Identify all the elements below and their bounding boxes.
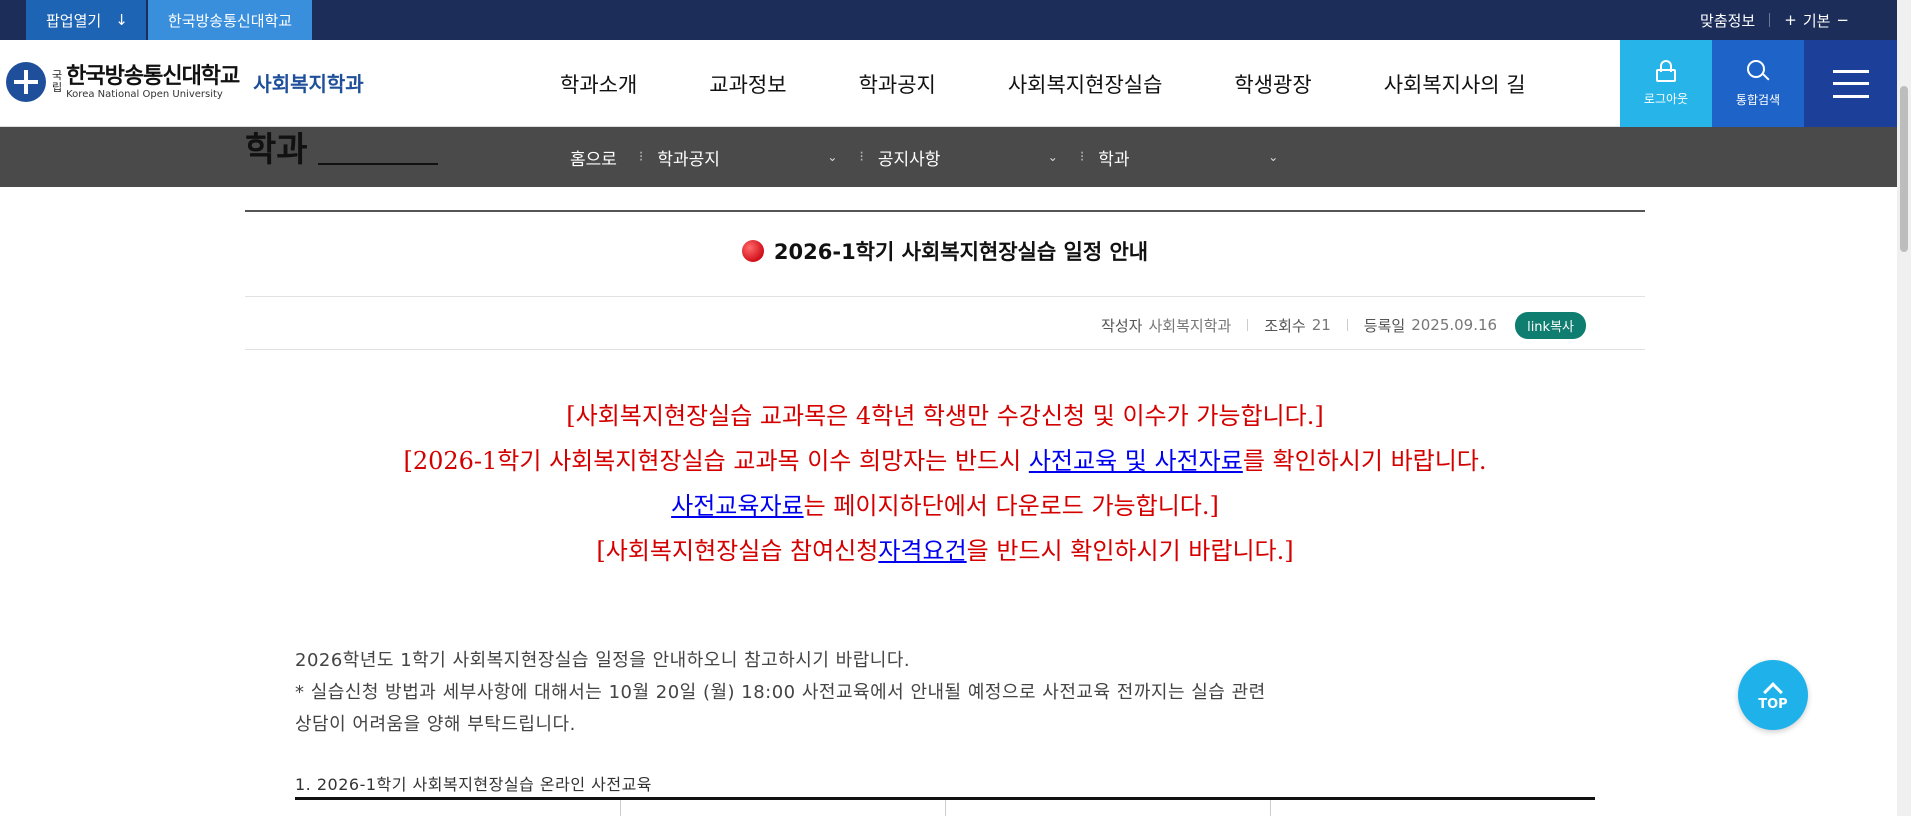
breadcrumb-separator: ⁝	[859, 149, 864, 165]
notice-line-4: [사회복지현장실습 참여신청자격요건을 반드시 확인하시기 바랍니다.]	[245, 531, 1645, 566]
eligibility-requirements-link[interactable]: 자격요건	[878, 537, 966, 565]
table-column-divider	[620, 800, 621, 816]
arrow-down-icon: ↓	[115, 11, 128, 29]
body-paragraph: 2026학년도 1학기 사회복지현장실습 일정을 안내하오니 참고하시기 바랍니…	[295, 650, 911, 671]
search-icon	[1746, 59, 1770, 83]
top-utility-bar: 팝업열기 ↓ 한국방송통신대학교 맞춤정보 + 기본 −	[0, 0, 1911, 40]
site-logo[interactable]: 국 립 한국방송통신대학교 Korea National Open Univer…	[6, 62, 364, 102]
custom-info-link[interactable]: 맞춤정보	[1700, 10, 1755, 31]
logo-gukrip-bottom: 립	[52, 81, 63, 94]
breadcrumb-level1-label: 학과공지	[657, 149, 720, 170]
date-value: 2025.09.16	[1411, 316, 1498, 334]
logout-label: 로그아웃	[1643, 92, 1689, 106]
main-navigation: 학과소개 교과정보 학과공지 사회복지현장실습 학생광장 사회복지사의 길	[560, 40, 1526, 127]
department-name: 사회복지학과	[253, 71, 364, 96]
page-section-title: 학과	[245, 130, 308, 170]
breadcrumb-dropdown-level2[interactable]: 공지사항 ⌄	[878, 145, 1058, 170]
divider	[1247, 319, 1249, 331]
font-increase-button[interactable]: +	[1784, 11, 1797, 29]
article-meta: 작성자 사회복지학과 조회수 21 등록일 2025.09.16 link복사	[1101, 311, 1586, 339]
nav-item-field-practice[interactable]: 사회복지현장실습	[1008, 69, 1163, 99]
page-scrollbar[interactable]	[1897, 0, 1911, 816]
university-link[interactable]: 한국방송통신대학교	[148, 0, 312, 40]
author-value: 사회복지학과	[1148, 316, 1232, 335]
logo-name-ko: 한국방송통신대학교	[66, 63, 240, 89]
pre-education-download-link[interactable]: 사전교육자료	[671, 492, 803, 520]
pre-education-materials-link[interactable]: 사전교육 및 사전자료	[1029, 447, 1243, 475]
body-paragraph: 상담이 어려움을 양해 부탁드립니다.	[295, 714, 576, 735]
body-paragraph: * 실습신청 방법과 세부사항에 대해서는 10월 20일 (월) 18:00 …	[295, 682, 1266, 703]
notice-text: 을 반드시 확인하시기 바랍니다.]	[966, 537, 1294, 565]
notice-line-1: [사회복지현장실습 교과목은 4학년 학생만 수강신청 및 이수가 가능합니다.…	[245, 396, 1645, 431]
nav-item-dept-intro[interactable]: 학과소개	[560, 69, 637, 99]
red-dot-icon	[741, 240, 764, 262]
section-title-underline	[318, 163, 438, 165]
article-divider	[245, 349, 1645, 350]
logo-gukrip: 국 립	[52, 70, 62, 94]
nav-item-curriculum[interactable]: 교과정보	[709, 69, 786, 99]
breadcrumb-dropdown-level1[interactable]: 학과공지 ⌄	[657, 145, 837, 170]
breadcrumb-bar: 학과 홈으로 ⁝ 학과공지 ⌄ ⁝ 공지사항 ⌄ ⁝ 학과 ⌄	[0, 127, 1900, 187]
notice-text: 를 확인하시기 바랍니다.	[1242, 447, 1487, 475]
author-label: 작성자	[1101, 316, 1143, 335]
font-decrease-button[interactable]: −	[1836, 11, 1849, 29]
article-top-rule	[245, 210, 1645, 212]
breadcrumb-separator: ⁝	[638, 149, 644, 165]
font-size-label: 기본	[1802, 11, 1831, 30]
logo-name-en: Korea National Open University	[66, 88, 223, 100]
views-label: 조회수	[1264, 316, 1306, 335]
section-heading: 1. 2026-1학기 사회복지현장실습 온라인 사전교육	[295, 775, 653, 794]
font-size-control: + 기본 −	[1784, 10, 1849, 31]
university-link-label: 한국방송통신대학교	[167, 11, 293, 30]
date-label: 등록일	[1363, 316, 1406, 335]
breadcrumb: 홈으로 ⁝ 학과공지 ⌄ ⁝ 공지사항 ⌄ ⁝ 학과 ⌄	[570, 127, 1278, 187]
breadcrumb-separator: ⁝	[1079, 149, 1085, 165]
logo-name: 한국방송통신대학교 Korea National Open University	[66, 63, 240, 100]
popup-open-button[interactable]: 팝업열기 ↓	[26, 0, 146, 40]
table-column-divider	[1270, 800, 1271, 816]
notice-line-2: [2026-1학기 사회복지현장실습 교과목 이수 희망자는 반드시 사전교육 …	[245, 441, 1645, 476]
popup-open-label: 팝업열기	[46, 11, 102, 30]
notice-text: 는 페이지하단에서 다운로드 가능합니다.]	[803, 492, 1219, 520]
link-copy-button[interactable]: link복사	[1515, 311, 1586, 339]
university-emblem-icon	[6, 62, 46, 102]
article-title: 2026-1학기 사회복지현장실습 일정 안내	[245, 236, 1645, 266]
breadcrumb-home-link[interactable]: 홈으로	[570, 145, 617, 170]
notice-text: [2026-1학기 사회복지현장실습 교과목 이수 희망자는 반드시	[403, 447, 1029, 475]
scrollbar-thumb[interactable]	[1900, 86, 1908, 252]
nav-item-dept-notice[interactable]: 학과공지	[859, 69, 936, 99]
chevron-down-icon: ⌄	[1268, 150, 1279, 164]
nav-item-social-worker-path[interactable]: 사회복지사의 길	[1384, 69, 1526, 99]
nav-item-student-plaza[interactable]: 학생광장	[1234, 69, 1311, 99]
article-divider	[245, 296, 1645, 297]
search-label: 통합검색	[1735, 93, 1781, 107]
chevron-down-icon: ⌄	[1047, 150, 1058, 164]
divider	[1346, 319, 1348, 331]
site-header: 국 립 한국방송통신대학교 Korea National Open Univer…	[0, 40, 1911, 127]
logout-button[interactable]: 로그아웃	[1620, 40, 1712, 127]
table-column-divider	[945, 800, 946, 816]
lock-icon	[1656, 60, 1676, 82]
utility-links: 맞춤정보 + 기본 −	[1700, 0, 1849, 40]
scroll-to-top-button[interactable]: TOP	[1738, 660, 1808, 730]
breadcrumb-level3-label: 학과	[1098, 149, 1130, 170]
all-menu-button[interactable]	[1804, 40, 1897, 127]
breadcrumb-dropdown-level3[interactable]: 학과 ⌄	[1098, 145, 1278, 170]
notice-text: [사회복지현장실습 교과목은 4학년 학생만 수강신청 및 이수가 가능합니다.…	[566, 402, 1324, 430]
notice-line-3: 사전교육자료는 페이지하단에서 다운로드 가능합니다.]	[245, 486, 1645, 521]
views-value: 21	[1311, 316, 1331, 334]
hamburger-menu-icon	[1832, 69, 1869, 98]
divider	[1769, 13, 1771, 27]
chevron-down-icon: ⌄	[827, 150, 838, 164]
breadcrumb-level2-label: 공지사항	[877, 149, 941, 170]
article-title-text: 2026-1학기 사회복지현장실습 일정 안내	[773, 240, 1149, 264]
notice-text: [사회복지현장실습 참여신청	[596, 537, 879, 565]
integrated-search-button[interactable]: 통합검색	[1712, 40, 1804, 127]
